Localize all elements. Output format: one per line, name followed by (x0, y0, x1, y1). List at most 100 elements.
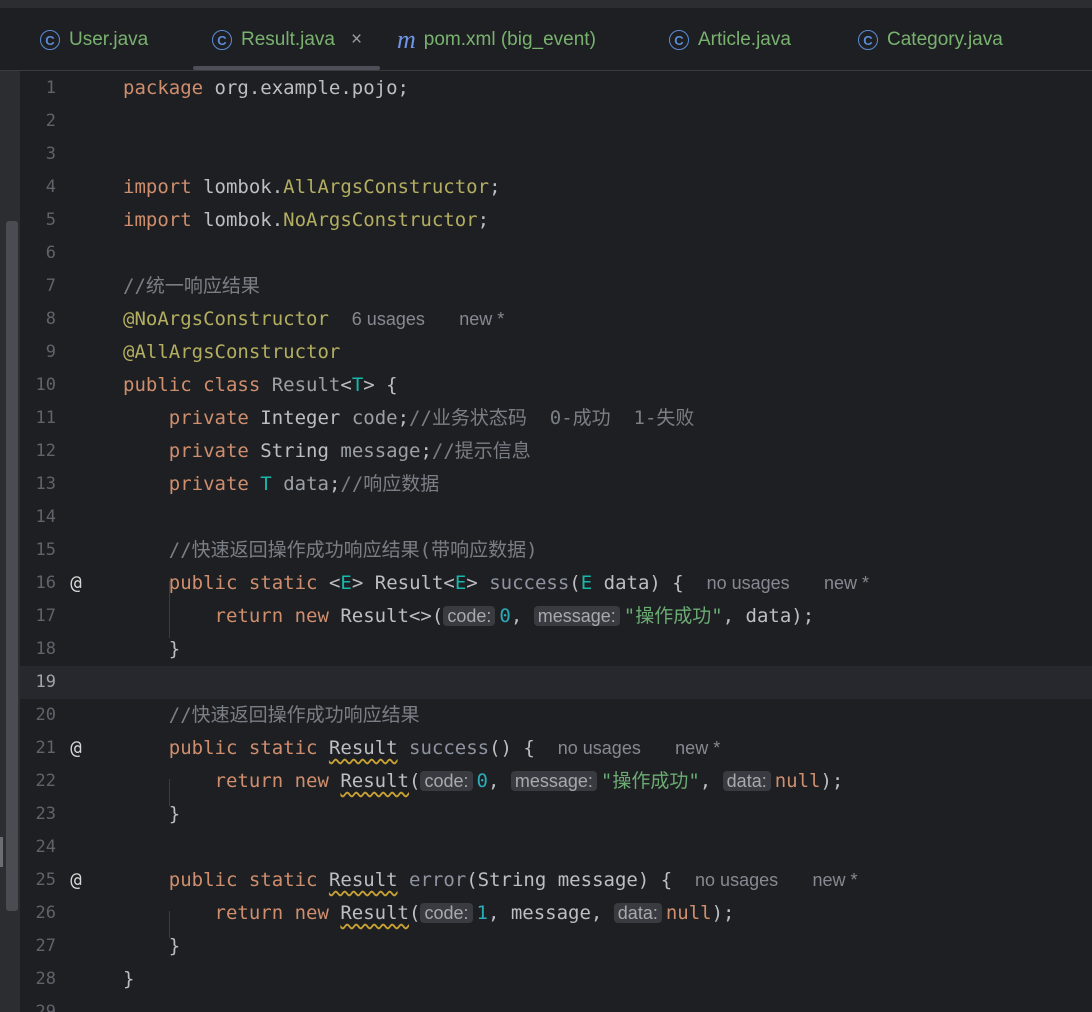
line-number[interactable]: 9 (20, 336, 56, 369)
code-text: public static Result success() { no usag… (168, 737, 721, 759)
code-line[interactable]: 9 @AllArgsConstructor (20, 336, 1092, 369)
code-line[interactable]: 16 @ public static <E> Result<E> success… (20, 567, 1092, 600)
code-line[interactable]: 26 return new Result(code: 1, message, da… (20, 897, 1092, 930)
param-hint: code: (420, 903, 473, 923)
code-line[interactable]: 2 (20, 105, 1092, 138)
override-icon[interactable]: @ (65, 864, 87, 897)
line-number[interactable]: 10 (20, 369, 56, 402)
line-number[interactable]: 2 (20, 105, 56, 138)
line-number[interactable]: 26 (20, 897, 56, 930)
code-text: return new Result(code: 1, message, data:… (214, 902, 735, 924)
param-hint: data: (613, 903, 662, 923)
code-line[interactable]: 13 private T data;//响应数据 (20, 468, 1092, 501)
code-line[interactable]: 14 (20, 501, 1092, 534)
class-icon: C (40, 29, 60, 50)
author-hint: new * (812, 870, 858, 890)
code-line[interactable]: 28 } (20, 963, 1092, 996)
code-line[interactable]: 6 (20, 237, 1092, 270)
line-number[interactable]: 3 (20, 138, 56, 171)
override-icon[interactable]: @ (65, 567, 87, 600)
code-line[interactable]: 11 private Integer code;//业务状态码 0-成功 1-失… (20, 402, 1092, 435)
param-hint: message: (510, 771, 597, 791)
line-number[interactable]: 25 (20, 864, 56, 897)
active-tab-indicator (193, 66, 380, 70)
line-number[interactable]: 15 (20, 534, 56, 567)
code-text: } (168, 638, 181, 660)
side-marker (0, 837, 3, 867)
line-number[interactable]: 24 (20, 831, 56, 864)
line-number[interactable]: 16 (20, 567, 56, 600)
line-number[interactable]: 11 (20, 402, 56, 435)
tab-user-java[interactable]: C User.java (40, 8, 148, 71)
code-line[interactable]: 23 } (20, 798, 1092, 831)
tab-pom-xml[interactable]: m pom.xml (big_event) (397, 8, 596, 71)
line-number[interactable]: 7 (20, 270, 56, 303)
code-line[interactable]: 8 @NoArgsConstructor 6 usages new * (20, 303, 1092, 336)
tab-article-java[interactable]: C Article.java (669, 8, 791, 71)
line-number[interactable]: 22 (20, 765, 56, 798)
code-line[interactable]: 7 //统一响应结果 (20, 270, 1092, 303)
code-text: //快速返回操作成功响应结果 (168, 704, 420, 726)
tab-result-java[interactable]: C Result.java × (212, 8, 362, 71)
code-line[interactable]: 3 (20, 138, 1092, 171)
line-number[interactable]: 28 (20, 963, 56, 996)
line-number[interactable]: 14 (20, 501, 56, 534)
line-number[interactable]: 1 (20, 72, 56, 105)
author-hint: new * (675, 738, 721, 758)
param-hint: code: (420, 771, 473, 791)
line-number[interactable]: 19 (20, 666, 56, 699)
code-line[interactable]: 15 //快速返回操作成功响应结果(带响应数据) (20, 534, 1092, 567)
param-hint: message: (533, 606, 620, 626)
line-number[interactable]: 6 (20, 237, 56, 270)
code-line[interactable]: 18 } (20, 633, 1092, 666)
line-number[interactable]: 20 (20, 699, 56, 732)
code-line[interactable]: 5 import lombok.NoArgsConstructor; (20, 204, 1092, 237)
code-line[interactable]: 4 import lombok.AllArgsConstructor; (20, 171, 1092, 204)
override-icon[interactable]: @ (65, 732, 87, 765)
code-line[interactable]: 21 @ public static Result success() { no… (20, 732, 1092, 765)
usages-hint: no usages (695, 870, 779, 890)
scrollbar-thumb[interactable] (6, 221, 18, 911)
code-text: package org.example.pojo; (123, 77, 409, 99)
class-icon: C (858, 29, 878, 50)
usages-hint: 6 usages (351, 309, 425, 329)
editor-tab-bar: C User.java C Result.java × m pom.xml (b… (0, 8, 1092, 71)
line-number[interactable]: 27 (20, 930, 56, 963)
line-number[interactable]: 29 (20, 996, 56, 1012)
code-line[interactable]: 10 public class Result<T> { (20, 369, 1092, 402)
line-number[interactable]: 4 (20, 171, 56, 204)
line-number[interactable]: 18 (20, 633, 56, 666)
code-line[interactable]: 24 (20, 831, 1092, 864)
code-line[interactable]: 1 package org.example.pojo; (20, 72, 1092, 105)
line-number[interactable]: 17 (20, 600, 56, 633)
code-line[interactable]: 25 @ public static Result error(String m… (20, 864, 1092, 897)
top-toolbar-strip (0, 0, 1092, 8)
tab-label: Article.java (698, 28, 791, 50)
code-text: @AllArgsConstructor (123, 341, 341, 363)
code-text: //快速返回操作成功响应结果(带响应数据) (168, 539, 538, 561)
code-text: public static Result error(String messag… (168, 869, 858, 891)
code-line[interactable]: 20 //快速返回操作成功响应结果 (20, 699, 1092, 732)
line-number[interactable]: 8 (20, 303, 56, 336)
code-line[interactable]: 12 private String message;//提示信息 (20, 435, 1092, 468)
code-line[interactable]: 22 return new Result(code: 0, message: "操作… (20, 765, 1092, 798)
tab-label: Result.java (241, 28, 335, 50)
code-text: public static <E> Result<E> success(E da… (168, 572, 870, 594)
class-icon: C (669, 29, 689, 50)
code-line[interactable]: 29 (20, 996, 1092, 1012)
line-number[interactable]: 13 (20, 468, 56, 501)
line-number[interactable]: 23 (20, 798, 56, 831)
code-text: @NoArgsConstructor 6 usages new * (123, 308, 505, 330)
code-line[interactable]: 17 return new Result<>(code: 0, message: "… (20, 600, 1092, 633)
code-editor[interactable]: 1 package org.example.pojo; 2 3 4 import… (20, 71, 1092, 1012)
code-text: public class Result<T> { (123, 374, 398, 396)
code-text: private String message;//提示信息 (168, 440, 531, 462)
line-number[interactable]: 21 (20, 732, 56, 765)
current-code-line[interactable]: 19 (20, 666, 1092, 699)
ide-window: C User.java C Result.java × m pom.xml (b… (0, 0, 1092, 1012)
close-icon[interactable]: × (351, 29, 362, 51)
line-number[interactable]: 5 (20, 204, 56, 237)
code-line[interactable]: 27 } (20, 930, 1092, 963)
tab-category-java[interactable]: C Category.java (858, 8, 1003, 71)
line-number[interactable]: 12 (20, 435, 56, 468)
